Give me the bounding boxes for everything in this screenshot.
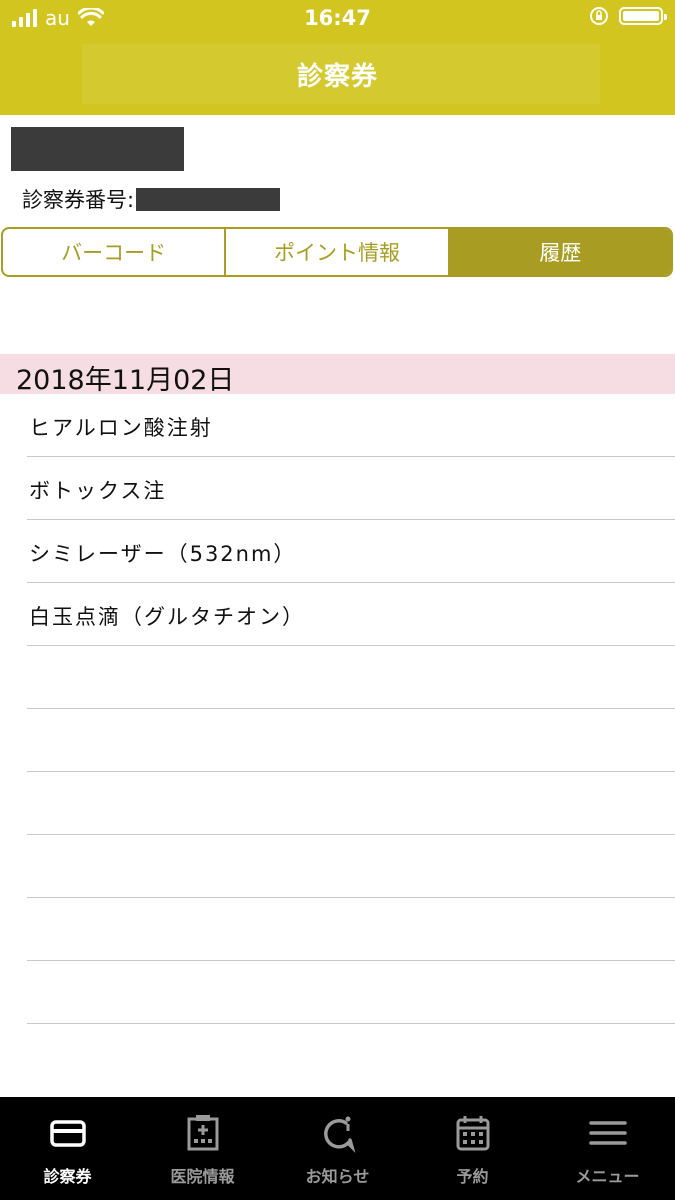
history-date-header: 2018年11月02日 (0, 354, 675, 396)
list-item (27, 961, 675, 1024)
notification-icon (318, 1113, 358, 1154)
header-bar: au 16:47 診察券 (0, 0, 675, 115)
page-title: 診察券 (296, 62, 378, 92)
tab-bar: バーコード ポイント情報 履歴 (1, 227, 673, 277)
list-item: 白玉点滴（グルタチオン） (27, 583, 675, 646)
list-item (27, 646, 675, 709)
tab-points[interactable]: ポイント情報 (226, 229, 450, 275)
rotation-lock-icon (590, 7, 608, 25)
hospital-icon (183, 1113, 223, 1153)
nav-menu-label: メニュー (575, 1167, 640, 1186)
card-number-row: 診察券番号: (22, 184, 281, 214)
menu-icon (588, 1113, 628, 1153)
nav-clinic-info[interactable]: 医院情報 (135, 1097, 270, 1200)
patient-name-redacted (11, 127, 184, 171)
card-number-label: 診察券番号: (22, 188, 135, 212)
list-item (27, 709, 675, 772)
nav-clinic-info-label: 医院情報 (170, 1167, 235, 1186)
calendar-icon (453, 1113, 493, 1153)
history-date: 2018年11月02日 (16, 365, 235, 396)
list-item: ボトックス注 (27, 457, 675, 520)
list-item (27, 898, 675, 961)
nav-menu[interactable]: メニュー (540, 1097, 675, 1200)
tab-barcode[interactable]: バーコード (3, 229, 227, 275)
history-list: ヒアルロン酸注射 ボトックス注 シミレーザー（532nm） 白玉点滴（グルタチオ… (0, 394, 675, 1024)
status-bar: au 16:47 (0, 0, 675, 38)
list-item: シミレーザー（532nm） (27, 520, 675, 583)
nav-card-label: 診察券 (43, 1167, 92, 1186)
bottom-navigation: 診察券 医院情報 お知らせ 予約 メニュー (0, 1097, 675, 1200)
battery-icon (619, 7, 667, 25)
status-time: 16:47 (304, 6, 371, 30)
card-icon (48, 1113, 88, 1153)
card-number-redacted (136, 187, 281, 211)
nav-reservation[interactable]: 予約 (405, 1097, 540, 1200)
list-item (27, 772, 675, 835)
list-item: ヒアルロン酸注射 (27, 394, 675, 457)
nav-reservation-label: 予約 (456, 1167, 489, 1186)
tab-history[interactable]: 履歴 (449, 229, 671, 275)
nav-notifications-label: お知らせ (305, 1167, 370, 1186)
nav-notifications[interactable]: お知らせ (270, 1097, 405, 1200)
list-item (27, 835, 675, 898)
nav-card[interactable]: 診察券 (0, 1097, 135, 1200)
